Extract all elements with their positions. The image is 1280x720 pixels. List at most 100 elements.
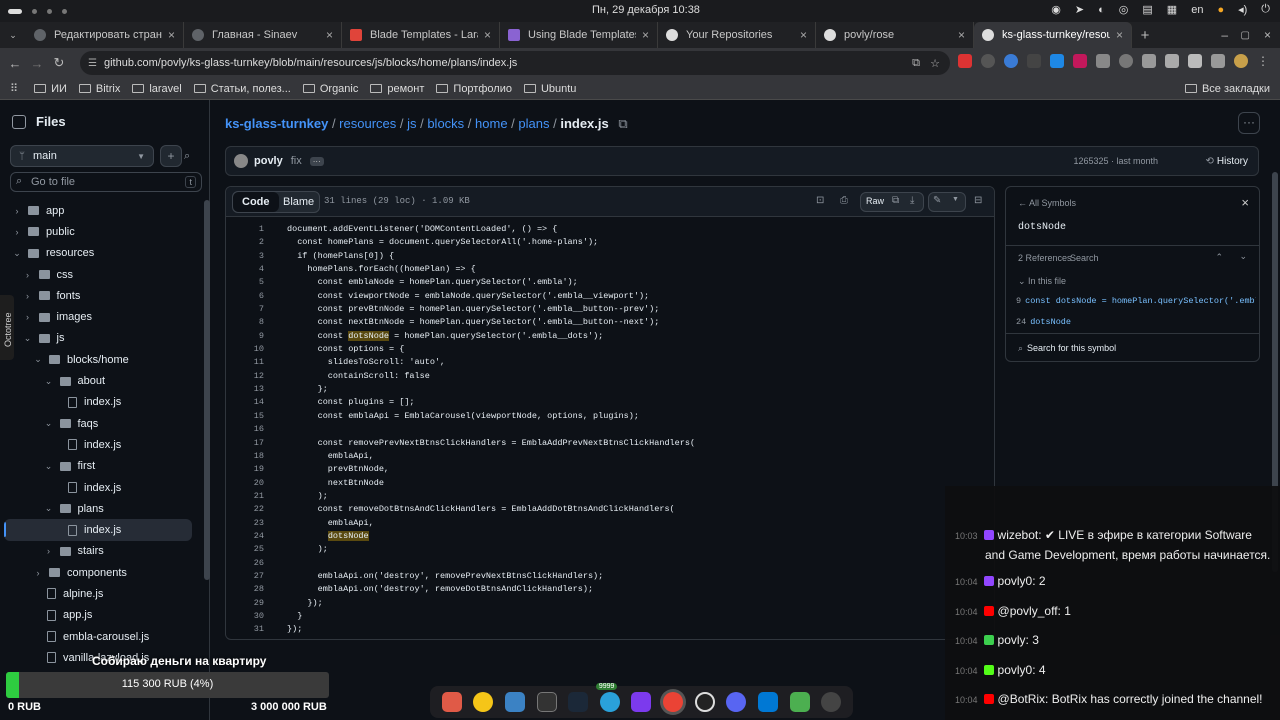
line-number[interactable]: 8: [226, 316, 264, 329]
obs-icon[interactable]: [694, 692, 715, 712]
code-line[interactable]: 15 const emblaApi = EmblaCarousel(viewpo…: [226, 410, 994, 423]
rhythmbox-icon[interactable]: [473, 692, 494, 712]
line-number[interactable]: 11: [226, 356, 264, 369]
back-icon[interactable]: ←: [4, 56, 26, 71]
close-tab-icon[interactable]: ×: [800, 28, 807, 42]
tree-file[interactable]: index.js: [0, 392, 205, 413]
code-text[interactable]: }: [287, 610, 302, 623]
url-text[interactable]: github.com/povly/ks-glass-turnkey/blob/m…: [104, 57, 517, 69]
recycle-icon[interactable]: [789, 692, 810, 712]
extension-icon[interactable]: [1027, 54, 1041, 68]
line-number[interactable]: 12: [226, 370, 264, 383]
code-line[interactable]: 19 prevBtnNode,: [226, 463, 994, 476]
code-line[interactable]: 7 const prevBtnNode = homePlan.querySele…: [226, 303, 994, 316]
language-indicator[interactable]: en: [1191, 4, 1203, 16]
browser-menu-icon[interactable]: ⋮: [1257, 54, 1269, 68]
bookmark-folder[interactable]: Портфолио: [436, 83, 512, 95]
browser-tab[interactable]: Using Blade Templates i ×: [500, 22, 658, 48]
bookmark-star-icon[interactable]: ☆: [930, 57, 940, 70]
browser-tab-active[interactable]: ks-glass-turnkey/resourc ×: [974, 22, 1132, 48]
code-line[interactable]: 3 if (homePlans[0]) {: [226, 250, 994, 263]
code-text[interactable]: });: [287, 623, 302, 636]
tab-blame[interactable]: Blame: [274, 192, 323, 212]
code-text[interactable]: emblaApi,: [287, 450, 374, 463]
bookmark-folder[interactable]: Ubuntu: [523, 83, 576, 95]
all-symbols-link[interactable]: ← All Symbols: [1018, 198, 1076, 208]
code-text[interactable]: const removePrevNextBtnsClickHandlers = …: [287, 437, 695, 450]
bookmark-folder[interactable]: Статьи, полез...: [193, 83, 291, 95]
line-number[interactable]: 10: [226, 343, 264, 356]
copy-path-icon[interactable]: ⧉: [618, 116, 627, 131]
print-icon[interactable]: ⎙: [840, 195, 848, 206]
bookmark-folder[interactable]: Organic: [302, 83, 358, 95]
chevron-up-icon[interactable]: ⌃: [1215, 252, 1223, 263]
chevron-down-icon[interactable]: ⌄: [44, 418, 54, 429]
commit-author[interactable]: povly: [254, 155, 283, 167]
close-tab-icon[interactable]: ×: [326, 28, 333, 42]
chevron-down-icon[interactable]: ▼: [952, 196, 959, 203]
search-tab[interactable]: Search: [1070, 253, 1099, 263]
sidebar-scrollbar[interactable]: [204, 200, 210, 580]
line-number[interactable]: 15: [226, 410, 264, 423]
breadcrumb-item[interactable]: resources: [339, 116, 396, 131]
reference-result[interactable]: 24 dotsNode: [1016, 317, 1071, 327]
code-text[interactable]: });: [287, 597, 322, 610]
code-line[interactable]: 30 }: [226, 610, 994, 623]
line-number[interactable]: 16: [226, 423, 264, 436]
tab-code[interactable]: Code: [233, 192, 279, 212]
close-tab-icon[interactable]: ×: [1116, 28, 1123, 42]
chevron-right-icon[interactable]: ›: [33, 568, 43, 578]
chevron-right-icon[interactable]: ›: [12, 227, 22, 237]
sidepanel-icon[interactable]: [1211, 54, 1225, 68]
discord-icon[interactable]: ◐: [1098, 4, 1105, 16]
symbol-highlight[interactable]: dotsNode: [327, 530, 369, 541]
extension-icon[interactable]: [1142, 54, 1156, 68]
extension-icon[interactable]: [958, 54, 972, 68]
tree-folder[interactable]: ⌄ faqs: [0, 413, 205, 434]
bookmark-folder[interactable]: ИИ: [34, 83, 67, 95]
tree-file[interactable]: alpine.js: [0, 583, 205, 604]
chevron-down-icon[interactable]: ⌄: [44, 461, 54, 472]
clipboard-icon[interactable]: ▤: [1142, 3, 1152, 16]
tray-app-icon[interactable]: ◉: [1051, 3, 1061, 16]
url-field[interactable]: ☰ github.com/povly/ks-glass-turnkey/blob…: [80, 51, 950, 75]
document-viewer-icon[interactable]: [505, 692, 526, 712]
workspace-indicator[interactable]: [8, 8, 67, 14]
code-text[interactable]: const prevBtnNode = homePlan.querySelect…: [287, 303, 660, 316]
steam-icon[interactable]: ◎: [1119, 3, 1129, 16]
minimize-icon[interactable]: –: [1221, 28, 1228, 42]
line-number[interactable]: 25: [226, 543, 264, 556]
tree-file[interactable]: index.js: [0, 477, 205, 498]
edit-pencil-icon[interactable]: ✎: [933, 195, 941, 206]
tree-folder[interactable]: › fonts: [0, 285, 205, 306]
code-text[interactable]: if (homePlans[0]) {: [287, 250, 394, 263]
line-number[interactable]: 23: [226, 517, 264, 530]
profile-avatar[interactable]: [1234, 54, 1248, 68]
line-number[interactable]: 6: [226, 290, 264, 303]
reload-icon[interactable]: ↻: [48, 55, 70, 71]
code-line[interactable]: 26: [226, 557, 994, 570]
avatar[interactable]: [234, 154, 248, 168]
code-line[interactable]: 22 const removeDotBtnsAndClickHandlers =…: [226, 503, 994, 516]
code-line[interactable]: 23 emblaApi,: [226, 517, 994, 530]
browser-tab[interactable]: povly/rose ×: [816, 22, 974, 48]
code-line[interactable]: 24 dotsNode: [226, 530, 994, 543]
add-file-button[interactable]: +: [160, 145, 182, 167]
workspace-dot[interactable]: [32, 8, 37, 14]
all-bookmarks[interactable]: Все закладки: [1184, 83, 1270, 95]
chevron-down-icon[interactable]: ⌄: [33, 354, 43, 365]
line-number[interactable]: 14: [226, 396, 264, 409]
tree-file[interactable]: app.js: [0, 605, 205, 626]
search-icon[interactable]: ⌕: [184, 145, 202, 167]
eyedropper-icon[interactable]: [1165, 54, 1179, 68]
code-text[interactable]: slidesToScroll: 'auto',: [287, 356, 445, 369]
system-clock[interactable]: Пн, 29 декабря 10:38: [592, 4, 700, 16]
discord-icon[interactable]: [726, 692, 747, 712]
close-icon[interactable]: ×: [1241, 195, 1249, 210]
close-tab-icon[interactable]: ×: [484, 28, 491, 42]
more-options-button[interactable]: ···: [1238, 112, 1260, 134]
code-text[interactable]: nextBtnNode: [287, 477, 384, 490]
collapse-sidebar-icon[interactable]: [12, 114, 26, 129]
line-number[interactable]: 1: [226, 223, 264, 236]
code-line[interactable]: 16: [226, 423, 994, 436]
